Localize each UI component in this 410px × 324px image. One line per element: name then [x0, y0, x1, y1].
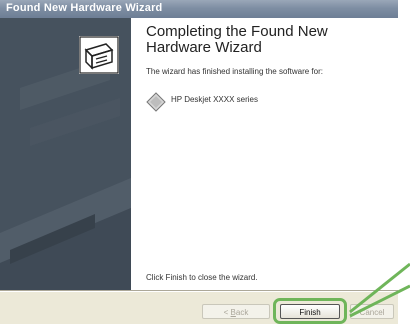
back-label-rest: ack — [235, 308, 249, 317]
title-bar[interactable]: Found New Hardware Wizard — [0, 0, 398, 18]
side-panel-graphic — [0, 36, 131, 290]
close-instruction: Click Finish to close the wizard. — [146, 273, 258, 282]
back-prefix: < — [223, 308, 231, 317]
device-icon — [146, 92, 166, 112]
page-title: Completing the Found New Hardware Wizard — [146, 23, 328, 56]
window-title: Found New Hardware Wizard — [6, 2, 163, 14]
wizard-side-panel — [0, 18, 131, 290]
install-description: The wizard has finished installing the s… — [146, 67, 323, 76]
wizard-content: Completing the Found New Hardware Wizard… — [131, 18, 398, 290]
pointer-arrow — [349, 262, 410, 318]
hardware-wizard-icon — [79, 36, 119, 74]
back-button[interactable]: < Back — [202, 304, 270, 319]
device-name: HP Deskjet XXXX series — [171, 95, 258, 104]
